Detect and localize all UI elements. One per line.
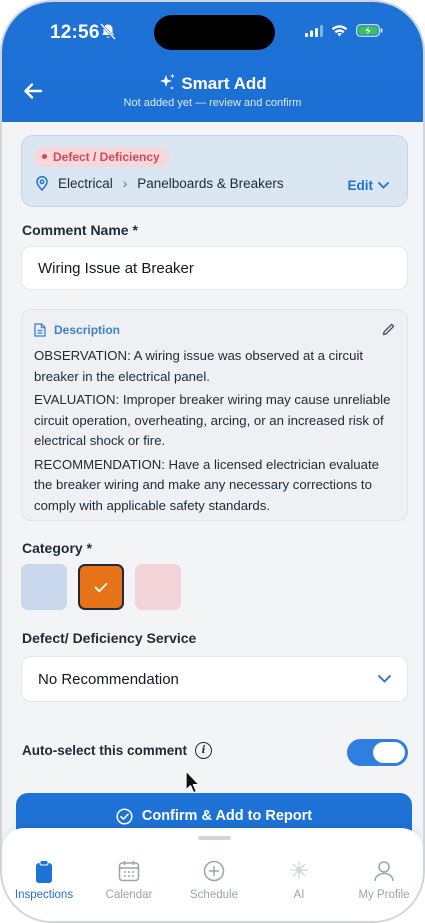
dynamic-island bbox=[154, 15, 275, 50]
pencil-icon[interactable] bbox=[382, 323, 395, 336]
summary-card: Defect / Deficiency Electrical › Panelbo… bbox=[21, 135, 408, 207]
breadcrumb-separator-icon: › bbox=[122, 176, 128, 191]
service-value: No Recommendation bbox=[38, 670, 179, 688]
description-header: Description bbox=[34, 323, 120, 337]
description-recommendation: RECOMMENDATION: Have a licensed electric… bbox=[34, 456, 379, 513]
page-title: Smart Add bbox=[2, 73, 423, 94]
edit-label: Edit bbox=[347, 178, 374, 193]
check-circle-icon bbox=[116, 808, 133, 825]
chevron-down-icon bbox=[378, 675, 391, 683]
page-subtitle: Not added yet — review and confirm bbox=[123, 97, 302, 109]
mouse-cursor-icon bbox=[185, 770, 200, 794]
status-icons bbox=[305, 24, 383, 37]
description-evaluation: EVALUATION: Improper breaker wiring may … bbox=[34, 392, 391, 448]
comment-name-input[interactable]: Wiring Issue at Breaker bbox=[21, 246, 408, 290]
confirm-label: Confirm & Add to Report bbox=[141, 808, 313, 824]
category-label: Category * bbox=[22, 540, 93, 556]
ai-sparkle-icon bbox=[290, 861, 308, 879]
signal-icon bbox=[305, 24, 323, 37]
sheet-grabber[interactable] bbox=[198, 836, 231, 840]
defect-badge: Defect / Deficiency bbox=[34, 147, 169, 167]
edit-button[interactable]: Edit bbox=[348, 178, 390, 193]
page-title-text: Smart Add bbox=[181, 74, 267, 93]
badge-dot bbox=[42, 154, 47, 159]
description-card[interactable]: Description OBSERVATION: A wiring issue … bbox=[21, 309, 408, 521]
clipboard-icon bbox=[36, 860, 52, 883]
comment-name-label: Comment Name * bbox=[22, 222, 138, 238]
wifi-icon bbox=[331, 24, 348, 36]
service-label: Defect/ Deficiency Service bbox=[22, 630, 197, 646]
bell-off-icon bbox=[100, 23, 116, 40]
breadcrumb-system: Electrical bbox=[58, 176, 113, 191]
auto-select-label: Auto-select this comment bbox=[22, 743, 188, 758]
calendar-icon bbox=[118, 861, 140, 882]
tab-inspections[interactable]: Inspections bbox=[4, 860, 84, 901]
category-swatch-pink[interactable] bbox=[135, 564, 181, 610]
tab-ai[interactable]: AI bbox=[259, 860, 339, 901]
tab-label: AI bbox=[293, 889, 305, 901]
person-icon bbox=[374, 861, 394, 882]
category-swatch-orange[interactable] bbox=[78, 564, 124, 610]
info-icon[interactable]: i bbox=[195, 742, 213, 759]
category-swatches bbox=[21, 564, 181, 610]
badge-label: Defect / Deficiency bbox=[53, 150, 160, 164]
tab-label: My Profile bbox=[358, 889, 410, 901]
bottom-tab-bar: Inspections Calendar Schedule AI My Prof… bbox=[2, 828, 423, 921]
breadcrumb: Electrical › Panelboards & Breakers bbox=[36, 176, 284, 191]
sparkle-icon bbox=[160, 73, 176, 90]
auto-select-row: Auto-select this comment i bbox=[22, 742, 213, 759]
tab-label: Inspections bbox=[14, 889, 74, 901]
comment-name-value: Wiring Issue at Breaker bbox=[38, 259, 194, 277]
header: 12:56 Smart Add Not added yet — review a… bbox=[2, 2, 423, 122]
plus-circle-icon bbox=[203, 860, 225, 882]
document-icon bbox=[34, 323, 46, 337]
tab-calendar[interactable]: Calendar bbox=[89, 860, 169, 901]
battery-charging-icon bbox=[356, 24, 383, 37]
status-time: 12:56 bbox=[50, 22, 100, 43]
tab-label: Calendar bbox=[105, 889, 153, 901]
category-swatch-blue[interactable] bbox=[21, 564, 67, 610]
tab-label: Schedule bbox=[190, 889, 238, 901]
tab-my-profile[interactable]: My Profile bbox=[344, 860, 423, 901]
description-text: OBSERVATION: A wiring issue was observed… bbox=[34, 346, 396, 519]
toggle-knob bbox=[373, 742, 405, 763]
breadcrumb-subsystem: Panelboards & Breakers bbox=[137, 176, 284, 191]
chevron-down-icon bbox=[378, 182, 389, 189]
tab-schedule[interactable]: Schedule bbox=[174, 860, 254, 901]
service-select[interactable]: No Recommendation bbox=[21, 656, 408, 702]
description-observation: OBSERVATION: A wiring issue was observed… bbox=[34, 348, 364, 384]
auto-select-toggle[interactable] bbox=[347, 739, 408, 766]
phone-screen: 12:56 Smart Add Not added yet — review a… bbox=[0, 0, 425, 923]
checkmark-icon bbox=[94, 582, 108, 592]
location-pin-icon bbox=[36, 176, 48, 191]
description-label: Description bbox=[54, 323, 121, 337]
